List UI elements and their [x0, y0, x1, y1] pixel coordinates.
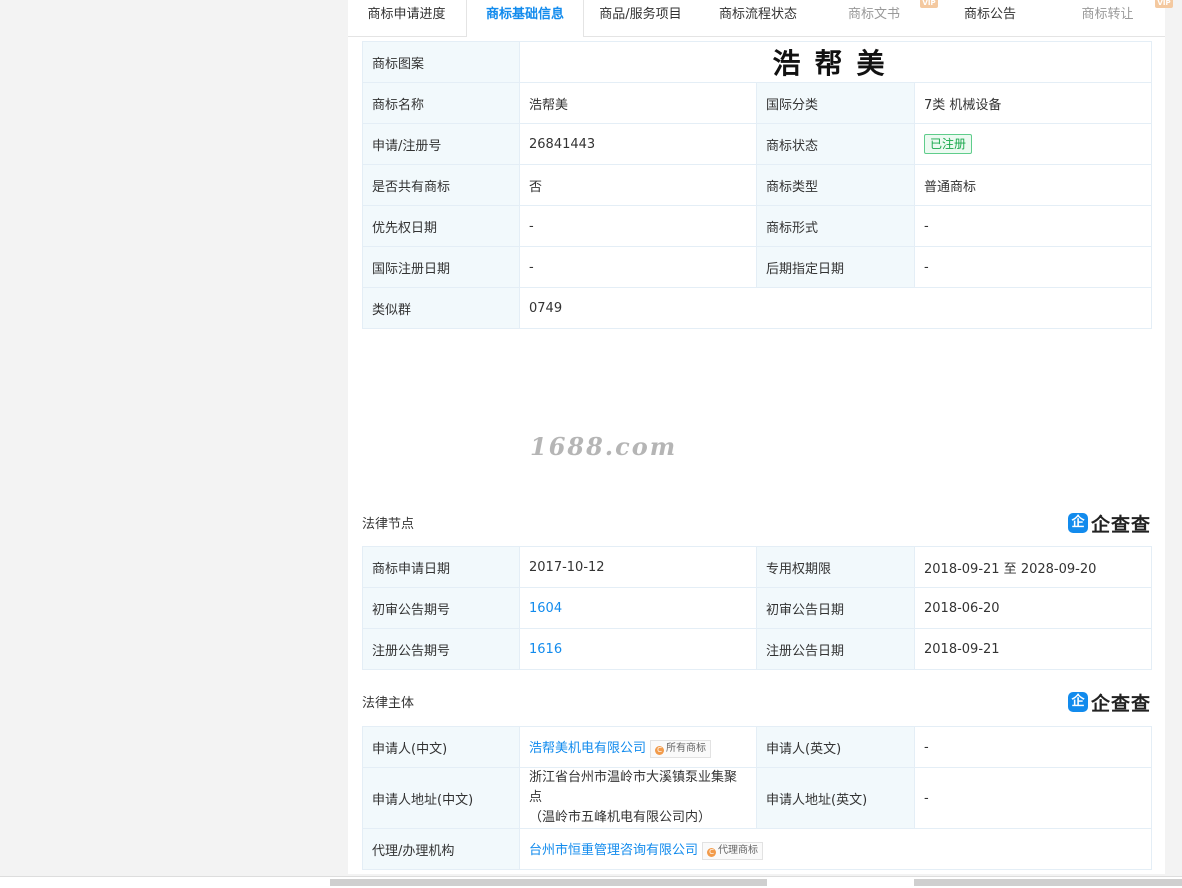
tab-announcements[interactable]: 商标公告: [931, 0, 1049, 36]
preliminary-issue-link[interactable]: 1604: [529, 601, 562, 616]
similar-group: 0749: [518, 287, 1153, 329]
cell-label: 申请人(中文): [362, 726, 520, 768]
cell-label: 申请人(英文): [756, 726, 915, 768]
cell-value: 1604: [519, 587, 757, 629]
tab-documents[interactable]: 商标文书 VIP: [818, 0, 938, 36]
cell-label: 代理/办理机构: [362, 828, 520, 870]
cell-label: 申请人地址(英文): [756, 767, 915, 829]
qichacha-mini-icon: C: [655, 745, 665, 755]
table-row: 商标申请日期 2017-10-12 专用权期限 2018-09-21 至 202…: [362, 546, 1152, 588]
table-row: 申请人(中文) 浩帮美机电有限公司 C 所有商标 申请人(英文) -: [362, 726, 1152, 768]
cell-label: 商标名称: [362, 82, 520, 124]
cell-value: -: [913, 205, 1153, 247]
cell-value: -: [914, 726, 1152, 768]
cell-value: 浩帮美机电有限公司 C 所有商标: [519, 726, 757, 768]
table-row: 申请人地址(中文) 浙江省台州市温岭市大溪镇泵业集聚点 （温岭市五峰机电有限公司内…: [362, 767, 1152, 829]
scrollbar-thumb[interactable]: [330, 879, 767, 886]
cell-label: 类似群: [362, 287, 520, 329]
cell-label: 初审公告期号: [362, 587, 520, 629]
cell-value: -: [914, 767, 1152, 829]
table-row: 优先权日期 - 商标形式 -: [362, 205, 1153, 247]
qichacha-mini-icon: C: [707, 847, 717, 857]
cell-label: 注册公告日期: [756, 628, 915, 670]
cell-value: 2017-10-12: [519, 546, 757, 588]
table-row: 初审公告期号 1604 初审公告日期 2018-06-20: [362, 587, 1152, 629]
table-row: 商标图案 浩帮美: [362, 41, 1153, 83]
logo-label: 商标图案: [362, 41, 520, 83]
legal-subject-table: 申请人(中文) 浩帮美机电有限公司 C 所有商标 申请人(英文) - 申请人地址(中…: [362, 726, 1152, 870]
cell-label: 后期指定日期: [756, 246, 915, 288]
cell-value: -: [913, 246, 1153, 288]
cell-label: 商标状态: [756, 123, 915, 165]
vip-badge: VIP: [1155, 0, 1173, 8]
scrollbar-thumb[interactable]: [914, 879, 1182, 886]
tab-goods-services[interactable]: 商品/服务项目: [583, 0, 698, 36]
table-row: 商标名称 浩帮美 国际分类 7类 机械设备: [362, 82, 1153, 124]
cell-label: 初审公告日期: [756, 587, 915, 629]
cell-value: -: [519, 246, 757, 288]
tab-application-progress[interactable]: 商标申请进度: [348, 0, 465, 36]
qichacha-icon: 企: [1068, 692, 1088, 712]
cell-value: 2018-09-21 至 2028-09-20: [914, 546, 1152, 588]
cell-label: 国际分类: [756, 82, 915, 124]
status-badge: 已注册: [924, 134, 973, 154]
basic-info-table: 商标图案 浩帮美 商标名称 浩帮美 国际分类 7类 机械设备 申请/注册号 26…: [362, 41, 1153, 329]
cell-value: 台州市恒重管理咨询有限公司 C 代理商标: [519, 828, 1152, 870]
qichacha-icon: 企: [1068, 513, 1088, 533]
watermark: 1688.com: [530, 432, 678, 461]
cell-label: 商标类型: [756, 164, 915, 206]
trademark-name: 浩帮美: [519, 82, 757, 124]
tab-process-status[interactable]: 商标流程状态: [699, 0, 817, 36]
cell-value: 普通商标: [913, 164, 1153, 206]
intl-class: 7类 机械设备: [913, 82, 1153, 124]
table-row: 申请/注册号 26841443 商标状态 已注册: [362, 123, 1153, 165]
section-title-legal-nodes: 法律节点: [362, 517, 415, 532]
cell-value: 否: [519, 164, 757, 206]
table-row: 国际注册日期 - 后期指定日期 -: [362, 246, 1153, 288]
status-cell: 已注册: [913, 123, 1153, 165]
applicant-link[interactable]: 浩帮美机电有限公司: [529, 741, 646, 756]
trademark-logo-image: 浩帮美: [772, 47, 899, 80]
tab-basic-info[interactable]: 商标基础信息: [466, 0, 584, 37]
cell-label: 申请人地址(中文): [362, 767, 520, 829]
cell-value: -: [519, 205, 757, 247]
trademark-logo: 浩帮美: [518, 41, 1153, 83]
qichacha-text: 企查查: [1091, 513, 1152, 536]
registration-issue-link[interactable]: 1616: [529, 642, 562, 657]
horizontal-scrollbar[interactable]: [0, 876, 1182, 888]
tab-transfer[interactable]: 商标转让 VIP: [1050, 0, 1173, 36]
table-row: 是否共有商标 否 商标类型 普通商标: [362, 164, 1153, 206]
all-trademarks-tag[interactable]: C 所有商标: [650, 739, 712, 758]
agent-trademarks-tag[interactable]: C 代理商标: [702, 841, 764, 860]
cell-value: 2018-09-21: [914, 628, 1152, 670]
cell-value: 1616: [519, 628, 757, 670]
qichacha-logo[interactable]: 企 企查查: [1068, 512, 1152, 536]
qichacha-text: 企查查: [1091, 692, 1152, 715]
section-title-legal-subject: 法律主体: [362, 696, 415, 711]
registration-number: 26841443: [519, 123, 757, 165]
address-line: （温岭市五峰机电有限公司内）: [529, 810, 712, 825]
cell-label: 注册公告期号: [362, 628, 520, 670]
legal-nodes-table: 商标申请日期 2017-10-12 专用权期限 2018-09-21 至 202…: [362, 546, 1152, 670]
table-row: 注册公告期号 1616 注册公告日期 2018-09-21: [362, 628, 1152, 670]
cell-label: 国际注册日期: [362, 246, 520, 288]
table-row: 代理/办理机构 台州市恒重管理咨询有限公司 C 代理商标: [362, 828, 1152, 870]
applicant-address: 浙江省台州市温岭市大溪镇泵业集聚点 （温岭市五峰机电有限公司内）: [519, 767, 757, 829]
qichacha-logo[interactable]: 企 企查查: [1068, 691, 1152, 715]
table-row: 类似群 0749: [362, 287, 1153, 329]
cell-label: 商标申请日期: [362, 546, 520, 588]
address-line: 浙江省台州市温岭市大溪镇泵业集聚点: [529, 770, 738, 805]
cell-label: 是否共有商标: [362, 164, 520, 206]
cell-label: 优先权日期: [362, 205, 520, 247]
cell-value: 2018-06-20: [914, 587, 1152, 629]
cell-label: 专用权期限: [756, 546, 915, 588]
cell-label: 商标形式: [756, 205, 915, 247]
agent-link[interactable]: 台州市恒重管理咨询有限公司: [529, 843, 698, 858]
cell-label: 申请/注册号: [362, 123, 520, 165]
tab-bar: 商标申请进度 商标基础信息 商品/服务项目 商标流程状态 商标文书 VIP 商标公…: [348, 0, 1173, 37]
